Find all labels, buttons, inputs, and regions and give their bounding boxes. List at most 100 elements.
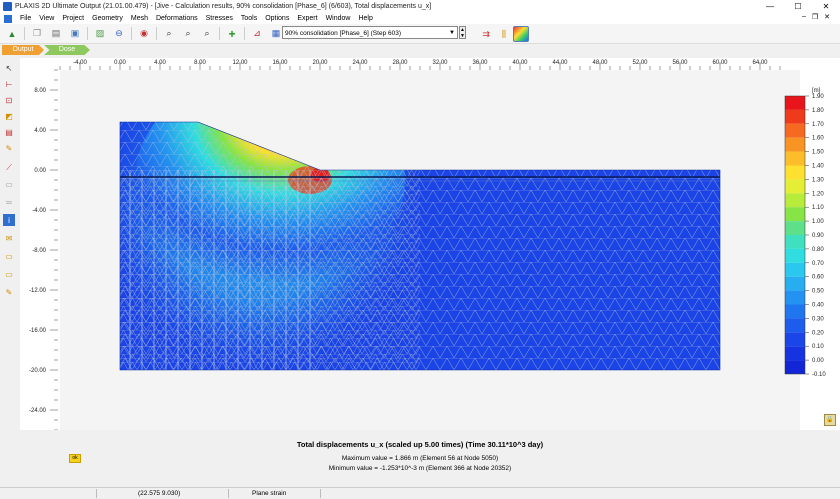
legend-label: 1.00: [812, 219, 824, 225]
zoom-extents-icon[interactable]: ⌕: [200, 27, 214, 41]
model-plot[interactable]: -4.00 0.00 4.00 8.00 12.00 16.00 20.00 24.00 28.…: [20, 58, 840, 430]
document-icon[interactable]: [4, 14, 12, 23]
annotation-icon[interactable]: ▭: [3, 268, 15, 280]
ruler-y-label: -4.00: [32, 208, 46, 214]
legend-label: -0.10: [812, 372, 826, 378]
close-button[interactable]: ✕: [812, 0, 840, 13]
menu-expert[interactable]: Expert: [293, 15, 321, 22]
menu-deformations[interactable]: Deformations: [152, 15, 202, 22]
note-icon[interactable]: ✉: [3, 232, 15, 244]
menu-project[interactable]: Project: [58, 15, 88, 22]
view-icon[interactable]: ⊖: [112, 27, 126, 41]
ruler-y-label: -20.00: [29, 368, 47, 374]
hide-soil-icon[interactable]: ◩: [3, 110, 15, 122]
structure-icon[interactable]: ⟋: [3, 162, 15, 174]
step-spinner[interactable]: ▲ ▼: [459, 26, 466, 39]
cross-section-icon[interactable]: ▤: [3, 126, 15, 138]
distance-icon[interactable]: ⊢: [3, 78, 15, 90]
menu-file[interactable]: File: [16, 15, 35, 22]
plot-area[interactable]: -4.00 0.00 4.00 8.00 12.00 16.00 20.00 24.00 28.…: [20, 58, 840, 430]
ruler-x-label: 36.00: [472, 60, 488, 66]
menu-bar: File View Project Geometry Mesh Deformat…: [0, 13, 840, 24]
ruler-y-label: 4.00: [34, 128, 46, 134]
legend-label: 1.10: [812, 205, 824, 211]
tab-dose[interactable]: Dose: [44, 45, 90, 55]
mesh-fine-overlay: [120, 170, 420, 370]
image-icon[interactable]: ▨: [93, 27, 107, 41]
stress-icon[interactable]: ⫼: [497, 27, 511, 41]
result-title: Total displacements u_x (scaled up 5.00 …: [296, 440, 544, 449]
min-value-text: Minimum value = -1.253*10^-3 m (Element …: [328, 465, 512, 472]
shadings-icon[interactable]: [513, 26, 529, 42]
ruler-y-label: -16.00: [29, 328, 47, 334]
select-point-icon[interactable]: ⊡: [3, 94, 15, 106]
ruler-x-label: 48.00: [592, 60, 608, 66]
export-icon[interactable]: ▣: [68, 27, 82, 41]
copy-icon[interactable]: ❐: [30, 27, 44, 41]
legend-label: 0.90: [812, 233, 824, 239]
info-icon[interactable]: i: [3, 214, 15, 226]
menu-tools[interactable]: Tools: [237, 15, 261, 22]
ruler-x-label: -4.00: [73, 60, 87, 66]
toolbar-separator: [244, 27, 245, 40]
menu-stresses[interactable]: Stresses: [202, 15, 237, 22]
menu-mesh[interactable]: Mesh: [127, 15, 152, 22]
plaxis-app-icon: [3, 2, 12, 11]
edit-annotation-icon[interactable]: ✎: [3, 286, 15, 298]
status-divider: [320, 489, 321, 498]
plate-icon[interactable]: ═: [3, 196, 15, 208]
ruler-y-label: 8.00: [34, 88, 46, 94]
legend-swatch: [785, 151, 805, 166]
comment-icon[interactable]: ▭: [3, 250, 15, 262]
legend-label: 1.60: [812, 136, 824, 142]
legend-label: 0.10: [812, 344, 824, 350]
print-icon[interactable]: ▤: [49, 27, 63, 41]
menu-help[interactable]: Help: [354, 15, 376, 22]
minimize-button[interactable]: —: [756, 0, 784, 13]
mdi-close-button[interactable]: ✕: [824, 13, 830, 21]
menu-geometry[interactable]: Geometry: [88, 15, 127, 22]
title-bar: PLAXIS 2D Ultimate Output (21.01.00.479)…: [0, 0, 840, 13]
menu-options[interactable]: Options: [261, 15, 293, 22]
window-controls: — ☐ ✕: [756, 0, 840, 13]
phase-step-selector[interactable]: 90% consolidation [Phase_6] (Step 603) ▼: [282, 26, 458, 39]
table-icon[interactable]: ▦: [269, 27, 283, 41]
tab-output[interactable]: Output: [2, 45, 44, 55]
interface-icon[interactable]: ▭: [3, 178, 15, 190]
legend-label: 1.70: [812, 122, 824, 128]
mdi-restore-button[interactable]: ❐: [812, 13, 818, 21]
max-value-text: Maximum value = 1.866 m (Element 56 at N…: [341, 455, 499, 462]
ruler-x-label: 12.00: [232, 60, 248, 66]
legend-label: 0.30: [812, 316, 824, 322]
legend-swatch: [785, 207, 805, 222]
zoom-out-icon[interactable]: ⌕: [181, 27, 195, 41]
menu-view[interactable]: View: [35, 15, 58, 22]
legend-swatch: [785, 276, 805, 291]
lock-icon[interactable]: 🔒: [824, 414, 836, 426]
legend-label: 1.90: [812, 94, 824, 100]
ruler-y-label: -24.00: [29, 408, 47, 414]
ruler-x-label: 28.00: [392, 60, 408, 66]
select-arrow-icon[interactable]: ↖: [3, 62, 15, 74]
camera-icon[interactable]: ◉: [137, 27, 151, 41]
add-icon[interactable]: +: [225, 27, 239, 41]
menu-window[interactable]: Window: [322, 15, 355, 22]
legend-swatch: [785, 235, 805, 249]
legend-label: 0.20: [812, 330, 824, 336]
mdi-minimize-button[interactable]: –: [802, 13, 806, 21]
arrows-icon[interactable]: ⇉: [479, 27, 493, 41]
maximize-button[interactable]: ☐: [784, 0, 812, 13]
ruler-y-label: -8.00: [32, 248, 46, 254]
draw-line-icon[interactable]: ✎: [3, 142, 15, 154]
legend-swatch: [785, 318, 805, 333]
zoom-in-icon[interactable]: ⌕: [162, 27, 176, 41]
ruler-x-label: 64.00: [752, 60, 768, 66]
curve-icon[interactable]: ⊿: [250, 27, 264, 41]
open-project-icon[interactable]: ▲: [5, 27, 19, 41]
status-divider: [96, 489, 97, 498]
legend-label: 0.00: [812, 358, 824, 364]
legend-label: 1.30: [812, 177, 824, 183]
legend-swatch: [785, 304, 805, 319]
legend-label: 1.80: [812, 108, 824, 114]
legend-swatch: [785, 221, 805, 235]
